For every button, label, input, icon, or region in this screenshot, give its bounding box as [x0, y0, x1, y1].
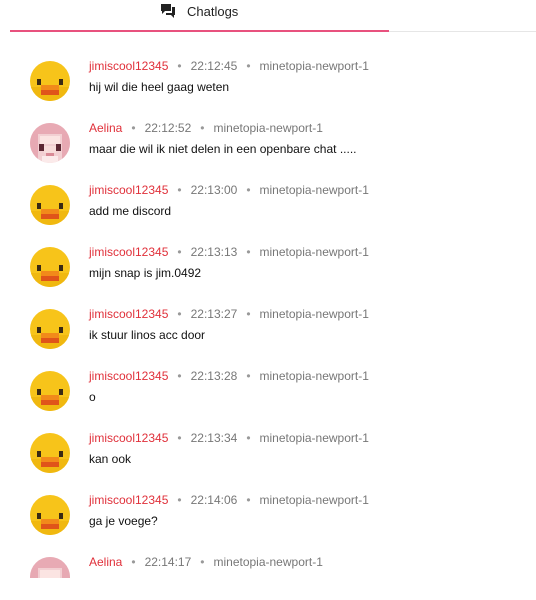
username[interactable]: jimiscool12345: [89, 493, 168, 507]
message-meta: jimiscool12345 • 22:13:28 • minetopia-newpor…: [89, 369, 369, 383]
chat-message: jimiscool12345 • 22:13:28 • minetopia-newpor…: [0, 369, 536, 429]
username[interactable]: jimiscool12345: [89, 183, 168, 197]
duck-avatar: [30, 309, 70, 349]
message-meta: jimiscool12345 • 22:13:27 • minetopia-newpor…: [89, 307, 369, 321]
username[interactable]: jimiscool12345: [89, 307, 168, 321]
separator-dot: •: [246, 245, 251, 259]
chat-message: jimiscool12345 • 22:13:13 • minetopia-newpor…: [0, 245, 536, 305]
message-text: kan ook: [89, 452, 132, 466]
server-name: minetopia-newport-1: [213, 121, 323, 135]
message-text: maar die wil ik niet delen in een openba…: [89, 142, 357, 156]
separator-dot: •: [246, 493, 251, 507]
server-name: minetopia-newport-1: [259, 431, 369, 445]
server-name: minetopia-newport-1: [259, 307, 369, 321]
message-text: ga je voege?: [89, 514, 158, 528]
username[interactable]: jimiscool12345: [89, 431, 168, 445]
message-meta: Aelina • 22:14:17 • minetopia-newport-1: [89, 555, 323, 569]
separator-dot: •: [246, 369, 251, 383]
duck-avatar: [30, 185, 70, 225]
timestamp: 22:12:52: [144, 121, 192, 135]
separator-dot: •: [177, 245, 182, 259]
duck-avatar: [30, 61, 70, 101]
message-meta: jimiscool12345 • 22:13:13 • minetopia-newpor…: [89, 245, 369, 259]
chat-message: jimiscool12345 • 22:13:27 • minetopia-newpor…: [0, 307, 536, 367]
message-text: ik stuur linos acc door: [89, 328, 206, 342]
timestamp: 22:13:13: [190, 245, 238, 259]
message-meta: jimiscool12345 • 22:14:06 • minetopia-newpor…: [89, 493, 369, 507]
separator-dot: •: [177, 369, 182, 383]
duck-avatar: [30, 247, 70, 287]
separator-dot: •: [200, 121, 205, 135]
separator-dot: •: [177, 431, 182, 445]
aelina-avatar: [30, 557, 70, 578]
separator-dot: •: [131, 555, 136, 569]
message-text: o: [89, 390, 96, 404]
server-name: minetopia-newport-1: [259, 369, 369, 383]
chat-log[interactable]: jimiscool12345 • 22:12:45 • minetopia-newpor…: [0, 0, 536, 578]
message-meta: jimiscool12345 • 22:12:45 • minetopia-newpor…: [89, 59, 369, 73]
timestamp: 22:14:17: [144, 555, 192, 569]
separator-dot: •: [246, 183, 251, 197]
chat-message: Aelina • 22:12:52 • minetopia-newport-1 maar …: [0, 121, 536, 181]
separator-dot: •: [177, 307, 182, 321]
timestamp: 22:14:06: [190, 493, 238, 507]
chat-message: jimiscool12345 • 22:13:00 • minetopia-newpor…: [0, 183, 536, 243]
message-text: mijn snap is jim.0492: [89, 266, 202, 280]
separator-dot: •: [177, 493, 182, 507]
chat-message: jimiscool12345 • 22:13:34 • minetopia-newpor…: [0, 431, 536, 491]
username[interactable]: jimiscool12345: [89, 245, 168, 259]
server-name: minetopia-newport-1: [259, 493, 369, 507]
timestamp: 22:13:28: [190, 369, 238, 383]
message-text: hij wil die heel gaag weten: [89, 80, 230, 94]
timestamp: 22:13:34: [190, 431, 238, 445]
message-meta: Aelina • 22:12:52 • minetopia-newport-1: [89, 121, 323, 135]
separator-dot: •: [200, 555, 205, 569]
username[interactable]: Aelina: [89, 121, 122, 135]
server-name: minetopia-newport-1: [259, 59, 369, 73]
username[interactable]: jimiscool12345: [89, 369, 168, 383]
chat-message: jimiscool12345 • 22:14:06 • minetopia-newpor…: [0, 493, 536, 553]
message-meta: jimiscool12345 • 22:13:34 • minetopia-newpor…: [89, 431, 369, 445]
server-name: minetopia-newport-1: [259, 183, 369, 197]
duck-avatar: [30, 495, 70, 535]
username[interactable]: jimiscool12345: [89, 59, 168, 73]
separator-dot: •: [177, 183, 182, 197]
timestamp: 22:13:00: [190, 183, 238, 197]
message-meta: jimiscool12345 • 22:13:00 • minetopia-newpor…: [89, 183, 369, 197]
server-name: minetopia-newport-1: [259, 245, 369, 259]
timestamp: 22:13:27: [190, 307, 238, 321]
message-text: add me discord: [89, 204, 172, 218]
aelina-avatar: [30, 123, 70, 163]
chat-message: Aelina • 22:14:17 • minetopia-newport-1: [0, 555, 536, 578]
duck-avatar: [30, 371, 70, 411]
username[interactable]: Aelina: [89, 555, 122, 569]
timestamp: 22:12:45: [190, 59, 238, 73]
server-name: minetopia-newport-1: [213, 555, 323, 569]
separator-dot: •: [131, 121, 136, 135]
separator-dot: •: [177, 59, 182, 73]
separator-dot: •: [246, 307, 251, 321]
separator-dot: •: [246, 59, 251, 73]
separator-dot: •: [246, 431, 251, 445]
duck-avatar: [30, 433, 70, 473]
chat-message: jimiscool12345 • 22:12:45 • minetopia-newpor…: [0, 59, 536, 119]
